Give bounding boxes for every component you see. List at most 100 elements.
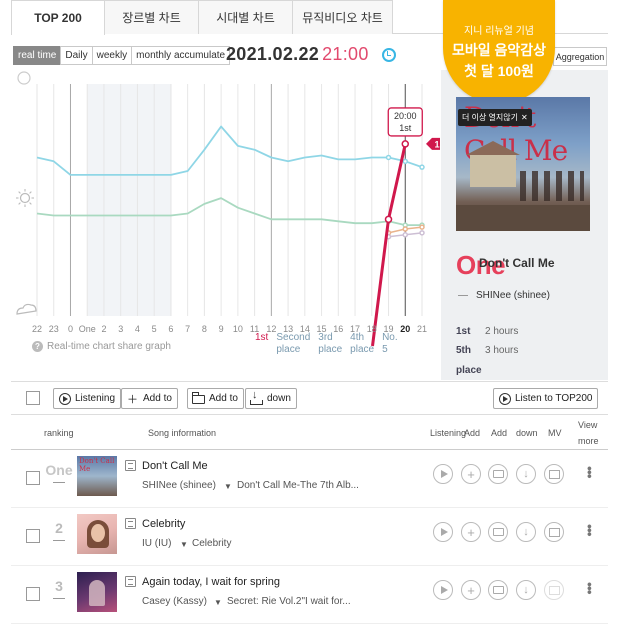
plus-icon: ＋ [127, 393, 138, 406]
legend-fifth-label-2: 5 [382, 344, 388, 355]
period-daily-button[interactable]: Daily [60, 46, 93, 65]
legend-fifth-label-1: No. [382, 332, 398, 343]
series-point-0 [401, 140, 410, 148]
row-more-icon[interactable]: ••• [582, 582, 598, 594]
lyrics-icon[interactable] [125, 576, 136, 587]
row-rank-change [53, 540, 65, 541]
panel-stat-2-value: 3 hours [485, 345, 519, 356]
sun-ray [29, 191, 32, 194]
tab-genre-chart[interactable]: 장르별 차트 [104, 0, 199, 34]
x-tick-label: 6 [168, 324, 173, 334]
x-tick-label: 4 [135, 324, 140, 334]
action-bar: Listening ＋ Add to Add to down Listen to… [11, 381, 608, 415]
listen-top200-button[interactable]: Listen to TOP200 [493, 388, 599, 409]
tab-era-chart[interactable]: 시대별 차트 [198, 0, 293, 34]
aggregation-button[interactable]: Aggregation [553, 47, 607, 66]
row-play-button[interactable] [433, 580, 453, 600]
row-album[interactable]: Secret: Rie Vol.2"I wait for... [227, 596, 367, 607]
row-download-button[interactable] [516, 522, 536, 542]
row-folder-button[interactable] [488, 580, 508, 600]
panel-stat-1-value: 2 hours [485, 326, 519, 337]
row-folder-button[interactable] [488, 522, 508, 542]
row-more-icon[interactable]: ••• [582, 466, 598, 478]
x-tick-label: 21 [417, 324, 427, 334]
row-mv-button[interactable] [544, 464, 564, 484]
sun-ray [29, 202, 32, 205]
row-checkbox[interactable] [26, 587, 40, 601]
select-all-checkbox[interactable] [26, 391, 40, 405]
close-icon[interactable]: ✕ [521, 113, 528, 122]
listening-button-label: Listening [75, 393, 116, 404]
add-to-playlist-button[interactable]: ＋ Add to [121, 388, 178, 409]
realtime-rank-chart: 20:001st1st22230One234567891011121314151… [0, 70, 440, 360]
row-more-icon[interactable]: ••• [582, 524, 598, 536]
help-icon: ? [32, 341, 43, 352]
row-song-title[interactable]: Again today, I wait for spring [142, 576, 280, 588]
row-artist[interactable]: Casey (Kassy) [142, 596, 207, 607]
chart-tooltip-rank: 1st [399, 123, 412, 133]
rank-change-dash [458, 295, 468, 296]
row-play-button[interactable] [433, 464, 453, 484]
legend-fifth: No. 5 [382, 332, 398, 356]
chart-end-marker-label: 1st [434, 139, 440, 149]
row-mv-button[interactable] [544, 522, 564, 542]
col-ranking: ranking [44, 428, 74, 438]
row-album[interactable]: Celebrity [192, 538, 318, 549]
series-point-0 [384, 215, 393, 224]
row-song-title[interactable]: Celebrity [142, 518, 185, 530]
tab-top200[interactable]: TOP 200 [11, 0, 105, 35]
chart-share-link[interactable]: ? Real-time chart share graph [32, 341, 171, 352]
chart-tooltip-time: 20:00 [394, 111, 417, 121]
play-circle-icon [498, 392, 511, 405]
lyrics-icon[interactable] [125, 460, 136, 471]
row-artist[interactable]: IU (IU) [142, 538, 171, 549]
album-cover[interactable]: Don't Call Me 더 이상 열지않기✕ [456, 97, 590, 231]
row-album[interactable]: Don't Call Me-The 7th Alb... [237, 480, 363, 491]
row-song-title[interactable]: Don't Call Me [142, 460, 208, 472]
add-to-folder-label: Add to [209, 393, 238, 404]
dont-show-again-bubble[interactable]: 더 이상 열지않기 ✕ [458, 109, 532, 126]
download-icon [250, 389, 263, 405]
panel-stat-2: 5th 3 hours [456, 345, 518, 356]
x-tick-label: 22 [32, 324, 42, 334]
row-play-button[interactable] [433, 522, 453, 542]
caret-down-icon[interactable]: ▼ [180, 540, 188, 549]
row-download-button[interactable] [516, 580, 536, 600]
add-to-playlist-label: Add to [143, 393, 172, 404]
period-weekly-button[interactable]: weekly [91, 46, 133, 65]
x-tick-label: 3 [118, 324, 123, 334]
period-selector: real time Daily weekly monthly accumulat… [13, 46, 231, 65]
caret-down-icon[interactable]: ▼ [224, 482, 232, 491]
row-add-button[interactable]: + [461, 464, 481, 484]
row-album-thumb[interactable] [77, 572, 117, 612]
row-album-thumb[interactable]: Don't Call Me [77, 456, 117, 496]
promo-line-3: 첫 달 100원 [464, 63, 534, 79]
add-to-folder-button[interactable]: Add to [187, 388, 244, 409]
row-folder-button[interactable] [488, 464, 508, 484]
lyrics-icon[interactable] [125, 518, 136, 529]
row-album-thumb[interactable] [77, 514, 117, 554]
download-button[interactable]: down [245, 388, 297, 409]
chart-datetime: 2021.02.22 21:00 [226, 44, 369, 65]
chart-night-band [87, 84, 172, 316]
tab-mv-chart[interactable]: 뮤직비디오 차트 [292, 0, 393, 34]
series-point-1 [419, 164, 425, 170]
row-add-button[interactable]: + [461, 580, 481, 600]
promo-line-2: 모바일 음악감상 [451, 42, 547, 58]
chart-date: 2021.02.22 [226, 44, 320, 64]
period-realtime-button[interactable]: real time [13, 46, 62, 65]
row-artist[interactable]: SHINee (shinee) [142, 480, 216, 491]
panel-stat-1-key: 1st [456, 326, 471, 337]
caret-down-icon[interactable]: ▼ [214, 598, 222, 607]
panel-artist[interactable]: SHINee (shinee) [476, 290, 550, 301]
row-checkbox[interactable] [26, 471, 40, 485]
row-add-button[interactable]: + [461, 522, 481, 542]
row-checkbox[interactable] [26, 529, 40, 543]
col-add: Add [464, 428, 481, 438]
listening-button[interactable]: Listening [53, 388, 122, 409]
period-monthly-button[interactable]: monthly accumulate [131, 46, 231, 65]
panel-song-title[interactable]: Don't Call Me [479, 256, 555, 270]
sun-icon [19, 192, 31, 204]
refresh-clock-icon[interactable] [382, 48, 396, 62]
row-download-button[interactable] [516, 464, 536, 484]
